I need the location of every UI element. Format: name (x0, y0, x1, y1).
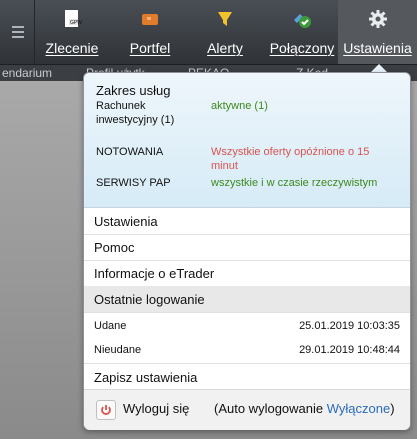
menu-item-save-settings[interactable]: Zapisz ustawienia (84, 363, 410, 391)
toolbar-item-label: Portfel (129, 40, 171, 56)
logout-button[interactable] (96, 400, 116, 420)
toolbar-item-connected[interactable]: Połączony (268, 0, 336, 64)
strip-tab-calendar[interactable]: endarium (2, 66, 52, 80)
toolbar-item-label: Zlecenie (45, 40, 99, 56)
alert-icon (214, 8, 236, 30)
toolbar-item-label: Połączony (269, 40, 335, 56)
toolbar-item-order[interactable]: GPW Zlecenie (40, 0, 104, 64)
service-key: NOTOWANIA (96, 146, 164, 158)
service-value: aktywne (1) (211, 100, 268, 112)
services-title: Zakres usług (96, 83, 171, 98)
services-panel: Zakres usług Rachunek inwestycyjny (1) a… (84, 73, 410, 208)
dropdown-footer: Wyloguj się (Auto wylogowanie Wyłączone) (84, 389, 410, 430)
auto-logout-link[interactable]: Wyłączone (327, 401, 390, 416)
gear-icon (367, 8, 389, 30)
menu-item-about[interactable]: Informacje o eTrader (84, 260, 410, 287)
power-icon (101, 405, 111, 415)
logout-label[interactable]: Wyloguj się (123, 401, 189, 416)
service-key: SERWISY PAP (96, 177, 171, 189)
hamburger-icon (12, 26, 24, 28)
menu-item-help[interactable]: Pomoc (84, 234, 410, 261)
service-value: wszystkie i w czasie rzeczywistym (211, 177, 378, 189)
top-toolbar: GPW Zlecenie Portfel Alerty Połączony Us… (0, 0, 417, 65)
wallet-icon (139, 8, 161, 30)
svg-text:GPW: GPW (70, 20, 82, 26)
auto-logout: (Auto wylogowanie Wyłączone) (214, 401, 395, 416)
service-key: Rachunek inwestycyjny (1) (96, 100, 175, 126)
toolbar-item-label: Ustawienia (343, 40, 412, 56)
connected-icon (291, 8, 313, 30)
last-login-header: Ostatnie logowanie (84, 286, 410, 313)
menu-item-settings[interactable]: Ustawienia (84, 208, 410, 235)
toolbar-item-alerts[interactable]: Alerty (196, 0, 254, 64)
order-icon: GPW (61, 8, 83, 30)
toolbar-item-settings[interactable]: Ustawienia (338, 0, 417, 64)
hamburger-menu-button[interactable] (0, 0, 35, 64)
toolbar-item-wallet[interactable]: Portfel (122, 0, 178, 64)
service-value: Wszystkie oferty opóźnione o 15 minut (211, 146, 370, 172)
login-success-row: Udane 25.01.2019 10:03:35 (94, 320, 400, 332)
settings-dropdown: Zakres usług Rachunek inwestycyjny (1) a… (83, 72, 411, 430)
toolbar-item-label: Alerty (207, 40, 243, 56)
login-failed-row: Nieudane 29.01.2019 10:48:44 (94, 344, 400, 356)
